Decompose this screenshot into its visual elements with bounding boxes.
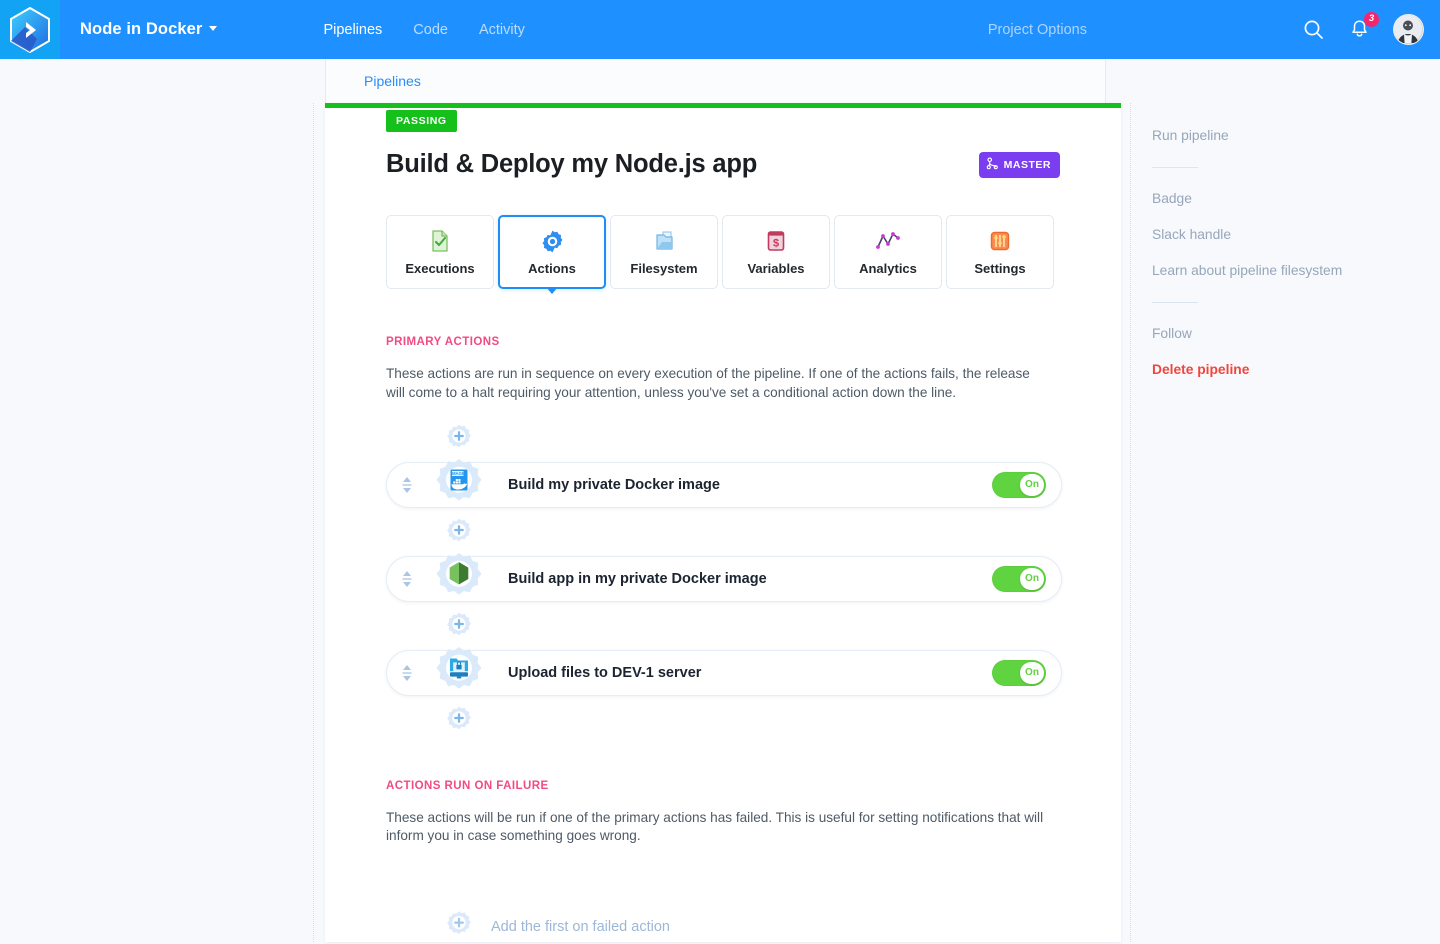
connector [386, 423, 1060, 453]
top-navigation-bar: Node in Docker Pipelines Code Activity P… [0, 0, 1440, 59]
sidebar-item-run-pipeline[interactable]: Run pipeline [1152, 128, 1422, 143]
add-action-gear-icon[interactable] [444, 909, 474, 944]
project-options-link[interactable]: Project Options [988, 22, 1087, 38]
action-pill[interactable]: Build my private Docker image On [386, 461, 1062, 508]
tab-pipelines[interactable]: Pipelines [325, 59, 1106, 103]
svg-text:IMAGE: IMAGE [451, 471, 465, 476]
buddy-hex-chevron-logo-icon [9, 6, 51, 53]
status-badge: PASSING [386, 110, 457, 132]
tab-analytics-label: Analytics [859, 261, 917, 276]
search-icon[interactable] [1301, 18, 1325, 42]
tab-executions[interactable]: Executions [386, 215, 494, 289]
notifications-count-badge: 3 [1364, 11, 1379, 27]
action-pill[interactable]: Build app in my private Docker image On [386, 555, 1062, 602]
line-chart-icon [875, 228, 901, 254]
chevron-down-icon [209, 26, 218, 32]
failure-actions-description: These actions will be run if one of the … [386, 809, 1044, 844]
action-toggle[interactable]: On [992, 565, 1046, 592]
tab-settings[interactable]: Settings [946, 215, 1054, 289]
node-hexagon-icon[interactable] [431, 551, 487, 607]
sidebar-item-delete-pipeline[interactable]: Delete pipeline [1152, 362, 1422, 377]
action-title: Build my private Docker image [508, 476, 720, 493]
sidebar-divider [1152, 302, 1198, 303]
gear-icon [539, 228, 565, 254]
project-switcher[interactable]: Node in Docker [80, 20, 218, 39]
tab-pipelines-label: Pipelines [364, 73, 421, 89]
drag-handle-icon[interactable] [401, 570, 413, 588]
sidebar-divider [1152, 167, 1198, 168]
pipeline-card: PASSING Build & Deploy my Node.js app MA… [325, 103, 1121, 942]
connector [386, 611, 1060, 641]
action-pill[interactable]: Upload files to DEV-1 server On [386, 649, 1062, 696]
drag-handle-icon[interactable] [401, 664, 413, 682]
action-toggle-label: On [1020, 661, 1044, 684]
tab-settings-label: Settings [974, 261, 1026, 276]
failure-actions-heading: ACTIONS RUN ON FAILURE [386, 779, 549, 792]
tab-variables[interactable]: $ Variables [722, 215, 830, 289]
connector [386, 517, 1060, 547]
sliders-icon [987, 228, 1013, 254]
svg-text:$: $ [773, 237, 779, 249]
add-first-failed-action-label: Add the first on failed action [491, 918, 670, 935]
connector [386, 705, 1060, 735]
sidebar-item-badge[interactable]: Badge [1152, 191, 1422, 206]
action-title: Upload files to DEV-1 server [508, 664, 702, 681]
action-title: Build app in my private Docker image [508, 570, 767, 587]
tab-analytics[interactable]: Analytics [834, 215, 942, 289]
action-toggle[interactable]: On [992, 659, 1046, 686]
add-action-gear-icon[interactable] [444, 611, 474, 641]
add-action-gear-icon[interactable] [444, 423, 474, 453]
pipeline-sidebar: Run pipeline Badge Slack handle Learn ab… [1152, 103, 1422, 377]
action-toggle-label: On [1020, 473, 1044, 496]
primary-actions-list: Build my private Docker image On IMAGE B… [386, 423, 1062, 735]
document-check-icon [427, 228, 453, 254]
action-toggle[interactable]: On [992, 471, 1046, 498]
project-name-label: Node in Docker [80, 20, 203, 38]
add-action-gear-icon[interactable] [444, 517, 474, 547]
sidebar-item-learn-filesystem[interactable]: Learn about pipeline filesystem [1152, 263, 1422, 278]
app-logo[interactable] [0, 0, 60, 59]
tab-actions[interactable]: Actions [498, 215, 606, 294]
tab-filesystem-label: Filesystem [630, 261, 698, 276]
drag-handle-icon[interactable] [401, 476, 413, 494]
nav-item-code[interactable]: Code [413, 22, 448, 38]
notifications-bell-icon[interactable]: 3 [1347, 11, 1379, 42]
tab-actions-label: Actions [528, 261, 576, 276]
sub-tab-bar: Pipelines [0, 59, 1440, 103]
tab-filesystem[interactable]: Filesystem [610, 215, 718, 289]
branch-icon [986, 156, 999, 173]
top-bar-right-cluster: Project Options 3 [988, 11, 1440, 45]
page-title: Build & Deploy my Node.js app [386, 150, 758, 178]
nav-item-activity[interactable]: Activity [479, 22, 525, 38]
sftp-upload-icon[interactable] [431, 645, 487, 701]
primary-actions-heading: PRIMARY ACTIONS [386, 336, 500, 348]
action-row: Build app in my private Docker image On [386, 552, 1062, 602]
sidebar-item-slack-handle[interactable]: Slack handle [1152, 227, 1422, 242]
action-row: Build my private Docker image On IMAGE [386, 458, 1062, 508]
tab-variables-label: Variables [747, 261, 805, 276]
right-rail-divider [1130, 103, 1131, 942]
action-toggle-label: On [1020, 567, 1044, 590]
pipeline-header: Build & Deploy my Node.js app MASTER [386, 150, 1060, 179]
tab-executions-label: Executions [405, 261, 475, 276]
avatar[interactable] [1393, 14, 1424, 45]
branch-badge[interactable]: MASTER [978, 151, 1060, 178]
sidebar-item-follow[interactable]: Follow [1152, 326, 1422, 341]
add-action-gear-icon[interactable] [444, 705, 474, 735]
folder-files-icon [651, 228, 677, 254]
docker-image-icon[interactable]: IMAGE [431, 457, 487, 513]
branch-label: MASTER [1003, 158, 1051, 171]
left-rail-divider [313, 103, 314, 942]
add-first-failed-action[interactable]: Add the first on failed action [444, 909, 1060, 944]
pipeline-tab-tiles: Executions Actions Filesystem $ Variable… [386, 215, 1060, 294]
main-nav: Pipelines Code Activity [323, 22, 524, 38]
dollar-box-icon: $ [763, 228, 789, 254]
action-row: Upload files to DEV-1 server On [386, 646, 1062, 696]
nav-item-pipelines[interactable]: Pipelines [323, 22, 382, 38]
primary-actions-description: These actions are run in sequence on eve… [386, 366, 1030, 400]
